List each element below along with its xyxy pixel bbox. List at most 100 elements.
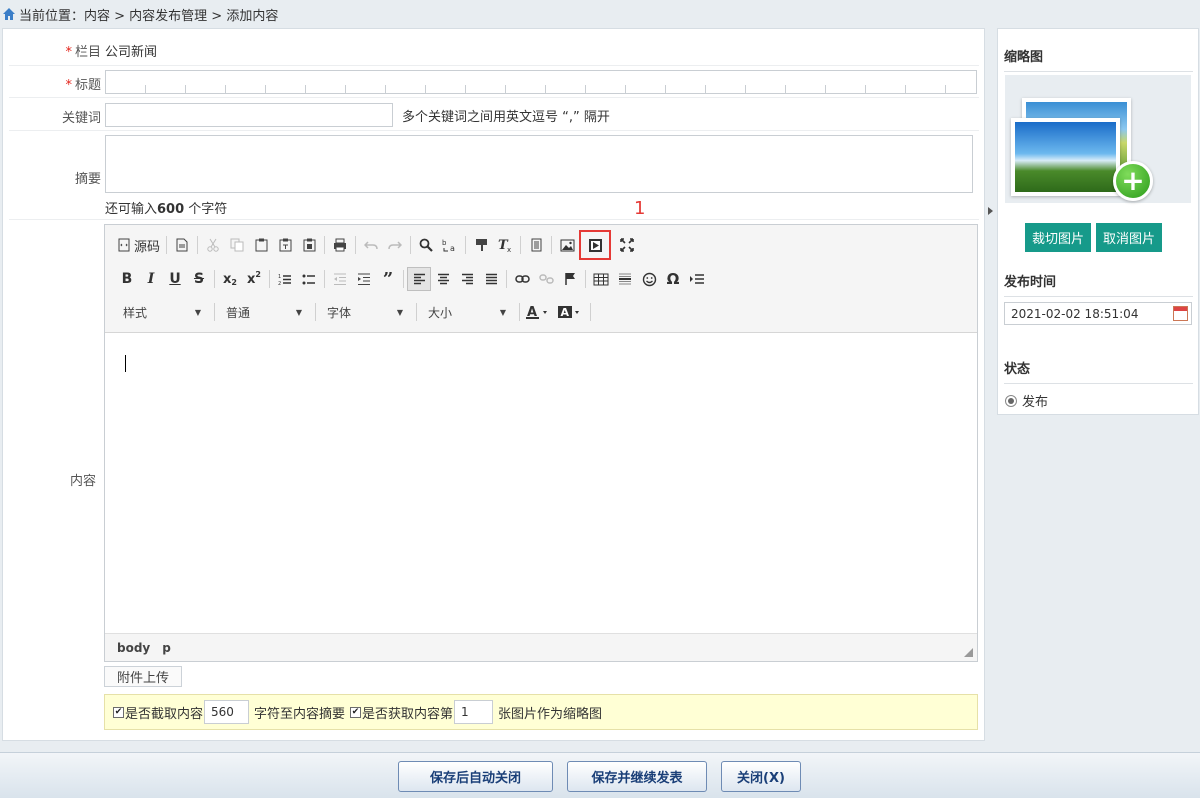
special-char-button[interactable]: Ω	[661, 267, 685, 291]
keywords-input[interactable]	[105, 103, 393, 127]
page-break-button[interactable]	[685, 267, 709, 291]
copy-icon	[230, 238, 244, 252]
align-justify-button[interactable]	[479, 267, 503, 291]
save-and-close-button[interactable]: 保存后自动关闭	[398, 761, 553, 792]
redo-button[interactable]	[383, 233, 407, 257]
toolbar-separator	[197, 236, 199, 254]
paste-icon	[255, 238, 268, 252]
horizontal-rule-icon	[619, 273, 631, 285]
editor-resize-handle-icon[interactable]	[964, 648, 973, 657]
format-select[interactable]: 普通 ▼	[218, 300, 308, 324]
keywords-hint: 多个关键词之间用英文逗号 “,” 隔开	[402, 110, 610, 125]
cut-button[interactable]	[201, 233, 225, 257]
text-color-icon: A	[526, 305, 547, 319]
horizontal-rule-button[interactable]	[613, 267, 637, 291]
paste-word-button[interactable]	[297, 233, 321, 257]
publish-time-input[interactable]: 2021-02-02 18:51:04	[1004, 302, 1192, 325]
italic-button[interactable]: I	[139, 267, 163, 291]
cut-summary-checkbox[interactable]: ✔	[113, 706, 124, 718]
anchor-button[interactable]	[558, 267, 582, 291]
crop-image-button[interactable]: 裁切图片	[1025, 223, 1091, 252]
close-button[interactable]: 关闭(X)	[721, 761, 801, 792]
font-select[interactable]: 字体 ▼	[319, 300, 409, 324]
size-select[interactable]: 大小 ▼	[420, 300, 512, 324]
summary-textarea[interactable]	[105, 135, 973, 193]
align-center-button[interactable]	[431, 267, 455, 291]
underline-button[interactable]: U	[163, 267, 187, 291]
sidebar-toggle-icon[interactable]	[988, 207, 993, 215]
align-left-icon	[413, 273, 425, 285]
outdent-button[interactable]	[328, 267, 352, 291]
thumbnail-from-content-checkbox[interactable]: ✔	[350, 706, 362, 718]
print-button[interactable]	[328, 233, 352, 257]
cut-icon	[207, 238, 219, 252]
remove-format-button[interactable]: Tx	[493, 233, 517, 257]
style-select[interactable]: 样式 ▼	[115, 300, 207, 324]
editor-path-bar: body p	[105, 633, 977, 661]
toolbar-separator	[551, 236, 553, 254]
template-button[interactable]	[524, 233, 548, 257]
toolbar-separator	[315, 303, 316, 321]
dropdown-arrow-icon: ▼	[499, 307, 506, 317]
toolbar-row-1: 源码 ba Tx	[115, 230, 639, 260]
paste-text-button[interactable]	[273, 233, 297, 257]
column-label: * 栏目	[65, 45, 101, 60]
indent-button[interactable]	[352, 267, 376, 291]
editor-content-area[interactable]	[105, 333, 977, 633]
rich-text-editor: 源码 ba Tx B I U S x 2 x 2 1 2 ” Ω 样式 ▼ 普通…	[104, 224, 978, 662]
thumbnail-picker[interactable]: +	[1005, 75, 1191, 203]
toolbar-separator	[214, 270, 215, 288]
unlink-button[interactable]	[534, 267, 558, 291]
title-input[interactable]	[105, 70, 977, 94]
subscript-button[interactable]: x2	[218, 267, 242, 291]
align-right-icon	[461, 273, 473, 285]
calendar-icon[interactable]	[1173, 306, 1188, 321]
path-item-body[interactable]: body	[117, 641, 150, 655]
dropdown-arrow-icon: ▼	[194, 307, 201, 317]
smiley-button[interactable]	[637, 267, 661, 291]
cut-length-input[interactable]: 560	[204, 700, 250, 724]
maximize-button[interactable]	[615, 233, 639, 257]
paste-text-icon	[279, 238, 292, 252]
attachment-upload-button[interactable]: 附件上传	[104, 666, 182, 687]
find-button[interactable]	[414, 233, 438, 257]
video-button[interactable]	[579, 230, 612, 260]
save-and-continue-button[interactable]: 保存并继续发表	[567, 761, 707, 792]
status-radio[interactable]	[1005, 394, 1017, 407]
bold-button[interactable]: B	[115, 267, 139, 291]
align-left-button[interactable]	[407, 267, 431, 291]
strike-button[interactable]: S	[187, 267, 211, 291]
replace-button[interactable]: ba	[438, 233, 462, 257]
cancel-image-button[interactable]: 取消图片	[1096, 223, 1162, 252]
table-button[interactable]	[589, 267, 613, 291]
cut-summary-label: 是否截取内容	[125, 706, 204, 722]
undo-button[interactable]	[359, 233, 383, 257]
status-publish-option[interactable]: 发布	[1005, 391, 1048, 410]
link-icon	[514, 275, 530, 283]
footer-bar: 保存后自动关闭 保存并继续发表 关闭(X)	[0, 752, 1200, 798]
outdent-icon	[334, 273, 346, 285]
bullet-list-button[interactable]	[297, 267, 321, 291]
toolbar-separator	[416, 303, 417, 321]
image-index-input[interactable]: 1	[454, 700, 494, 724]
superscript-button[interactable]: x2	[242, 267, 266, 291]
paste-button[interactable]	[249, 233, 273, 257]
source-button[interactable]: 源码	[115, 233, 163, 257]
dropdown-arrow-icon: ▼	[396, 307, 403, 317]
align-right-button[interactable]	[455, 267, 479, 291]
print-icon	[334, 238, 347, 252]
image-button[interactable]	[555, 233, 579, 257]
format-painter-button[interactable]	[469, 233, 493, 257]
link-button[interactable]	[510, 267, 534, 291]
summary-label: 摘要	[74, 172, 101, 187]
redo-icon	[388, 241, 403, 250]
path-item-p[interactable]: p	[162, 641, 171, 655]
text-color-button[interactable]: A	[523, 300, 555, 324]
unlink-icon	[538, 274, 554, 284]
numbered-list-button[interactable]: 12	[273, 267, 297, 291]
annotation-marker: 1	[634, 198, 646, 219]
blockquote-button[interactable]: ”	[376, 267, 400, 291]
background-color-button[interactable]: A	[555, 300, 587, 324]
copy-button[interactable]	[225, 233, 249, 257]
new-page-button[interactable]	[170, 233, 194, 257]
